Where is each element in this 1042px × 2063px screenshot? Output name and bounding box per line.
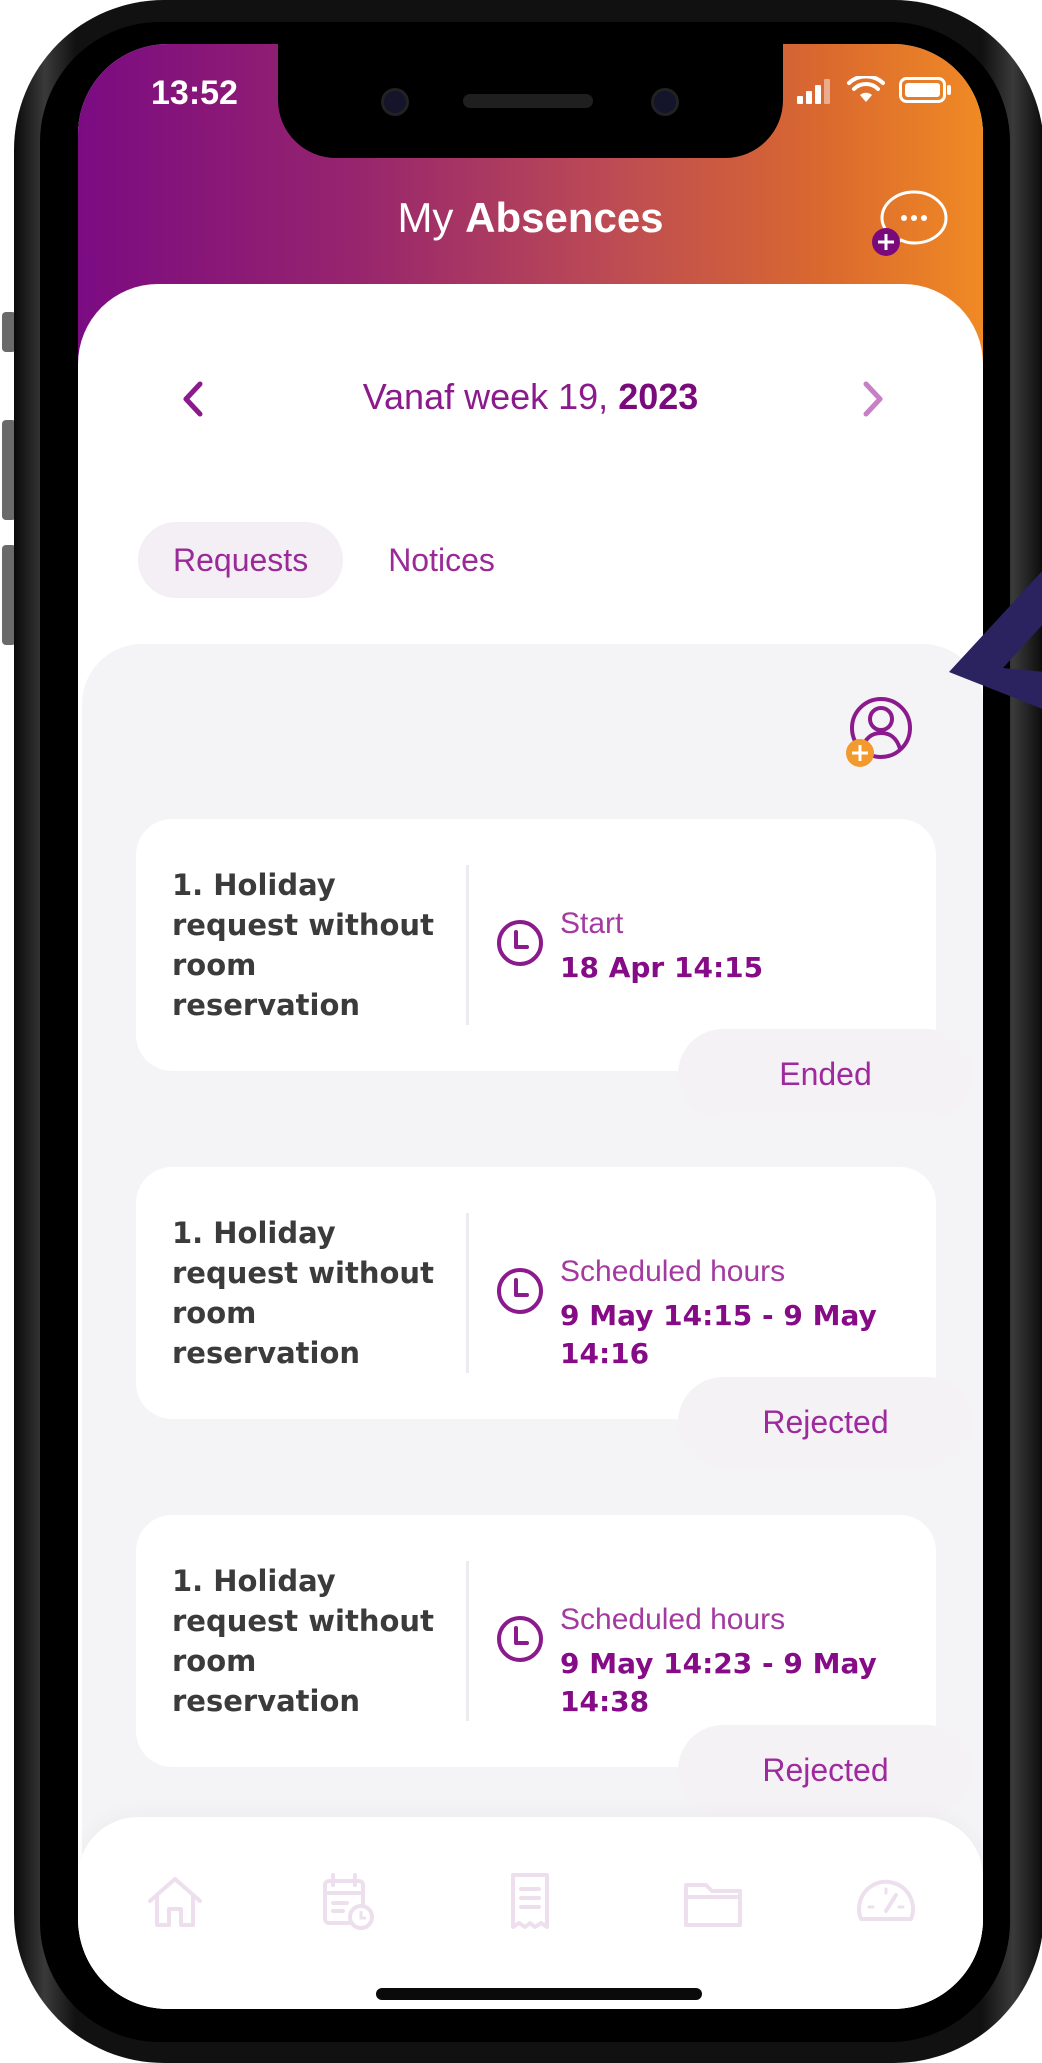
front-camera: [381, 88, 409, 116]
status-badge: Rejected: [678, 1725, 973, 1815]
speedometer-icon: [857, 1879, 915, 1921]
tab-schedule[interactable]: [313, 1867, 383, 1937]
week-label-year: 2023: [618, 376, 699, 417]
clock-icon: [497, 1616, 543, 1662]
status-time: 13:52: [151, 74, 238, 112]
home-indicator: [376, 1988, 702, 2000]
page-title: My Absences: [78, 194, 983, 242]
battery-icon: [899, 77, 951, 103]
next-week-button[interactable]: [848, 374, 898, 424]
absence-detail-label: Scheduled hours: [560, 1603, 786, 1636]
absence-list: 1. Holiday request without room reservat…: [82, 644, 983, 2009]
notch: [278, 44, 783, 158]
tab-group: Requests Notices: [138, 522, 530, 598]
absence-title: 1. Holiday request without room reservat…: [172, 1216, 434, 1370]
receipt-icon: [511, 1873, 549, 1929]
tab-dashboard[interactable]: [851, 1867, 921, 1937]
absence-title: 1. Holiday request without room reservat…: [172, 868, 434, 1022]
tab-notices[interactable]: Notices: [353, 522, 530, 598]
earpiece-speaker: [463, 94, 593, 108]
new-message-button[interactable]: [870, 182, 948, 260]
chat-add-icon: [872, 190, 948, 256]
content-sheet: Vanaf week 19, 2023 Requests Notices 1. …: [78, 284, 983, 2009]
absence-detail-label: Scheduled hours: [560, 1255, 786, 1288]
page-title-light: My: [397, 194, 454, 241]
absence-detail-value: 9 May 14:23 - 9 May 14:38: [560, 1647, 877, 1718]
absence-detail-value: 9 May 14:15 - 9 May 14:16: [560, 1299, 877, 1370]
signal-icon: [797, 79, 830, 104]
add-absence-button[interactable]: [822, 682, 932, 782]
tab-home[interactable]: [140, 1867, 210, 1937]
bottom-tab-bar: [78, 1817, 983, 2009]
status-icons: [797, 76, 953, 104]
tab-documents[interactable]: [678, 1867, 748, 1937]
clock-icon: [497, 920, 543, 966]
status-badge: Ended: [678, 1029, 973, 1119]
status-badge: Rejected: [678, 1377, 973, 1467]
face-sensor: [651, 88, 679, 116]
wifi-icon: [847, 76, 885, 102]
app-screen: 13:52 My Absences Vanaf week 19, 2023 Re…: [78, 44, 983, 2009]
card-divider: [466, 1561, 469, 1721]
absence-detail-value: 18 Apr 14:15: [560, 951, 764, 984]
home-icon: [148, 1877, 202, 1927]
tab-payslips[interactable]: [495, 1867, 565, 1937]
user-add-icon: [846, 697, 912, 767]
clock-icon: [497, 1268, 543, 1314]
week-navigator: Vanaf week 19, 2023: [78, 364, 983, 434]
chevron-right-icon: [863, 381, 883, 417]
card-divider: [466, 1213, 469, 1373]
tab-requests[interactable]: Requests: [138, 522, 344, 598]
week-label-text: Vanaf week 19,: [362, 376, 609, 417]
folder-icon: [684, 1883, 742, 1927]
absence-detail-label: Start: [560, 907, 624, 940]
absence-title: 1. Holiday request without room reservat…: [172, 1564, 434, 1718]
card-divider: [466, 865, 469, 1025]
calendar-clock-icon: [323, 1873, 374, 1930]
annotation-arrow-icon: [949, 571, 1042, 709]
page-title-bold: Absences: [465, 194, 664, 241]
